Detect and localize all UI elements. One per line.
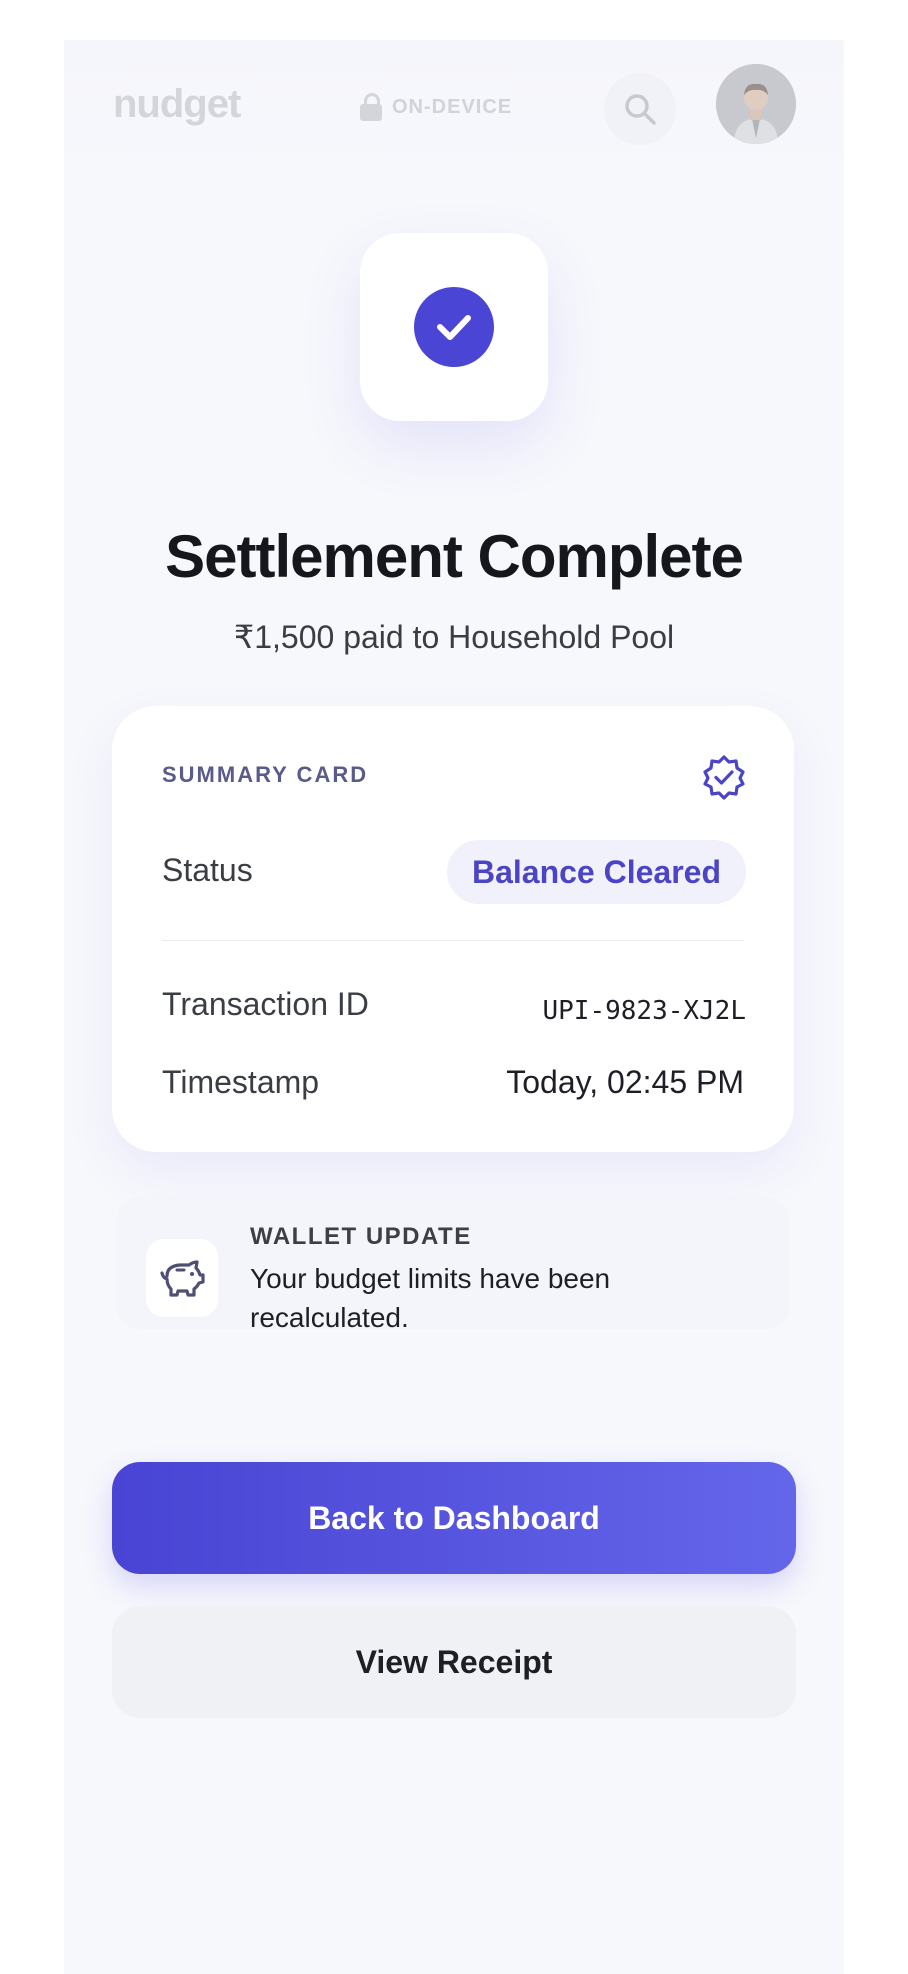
person-avatar-icon [716, 64, 796, 144]
status-label: Status [162, 852, 253, 888]
phone-screen: nudget ON-DEVICE Settlement Complete ₹1,… [64, 40, 844, 1974]
view-receipt-button[interactable]: View Receipt [112, 1606, 796, 1718]
check-circle-icon [414, 287, 494, 367]
search-button[interactable] [604, 73, 676, 145]
transaction-id-label: Transaction ID [162, 986, 369, 1022]
status-badge: Balance Cleared [446, 840, 746, 904]
divider [162, 940, 744, 941]
app-logo[interactable]: nudget [113, 82, 241, 127]
on-device-indicator: ON-DEVICE [340, 86, 532, 128]
search-icon [625, 94, 656, 125]
success-icon-container [360, 233, 548, 421]
transaction-id-value: UPI-9823-XJ2L [542, 996, 747, 1026]
summary-card: SUMMARY CARD Status Balance Cleared Tran… [112, 706, 794, 1152]
avatar[interactable] [716, 64, 796, 144]
back-to-dashboard-button[interactable]: Back to Dashboard [112, 1462, 796, 1574]
page-title: Settlement Complete [165, 523, 744, 590]
top-bar: nudget ON-DEVICE [64, 40, 844, 202]
verified-badge-icon [703, 755, 745, 800]
wallet-update-text: Your budget limits have been recalculate… [250, 1263, 611, 1333]
wallet-update-title: WALLET UPDATE [250, 1223, 472, 1250]
timestamp-label: Timestamp [162, 1064, 320, 1100]
wallet-icon-container [146, 1239, 218, 1317]
on-device-label: ON-DEVICE [392, 95, 513, 118]
piggy-bank-icon [160, 1260, 205, 1297]
wallet-update-notice: WALLET UPDATE Your budget limits have be… [116, 1197, 790, 1333]
summary-card-label: SUMMARY CARD [162, 762, 369, 787]
payment-subtitle: ₹1,500 paid to Household Pool [233, 619, 675, 655]
lock-icon [360, 93, 382, 121]
timestamp-value: Today, 02:45 PM [506, 1064, 744, 1100]
